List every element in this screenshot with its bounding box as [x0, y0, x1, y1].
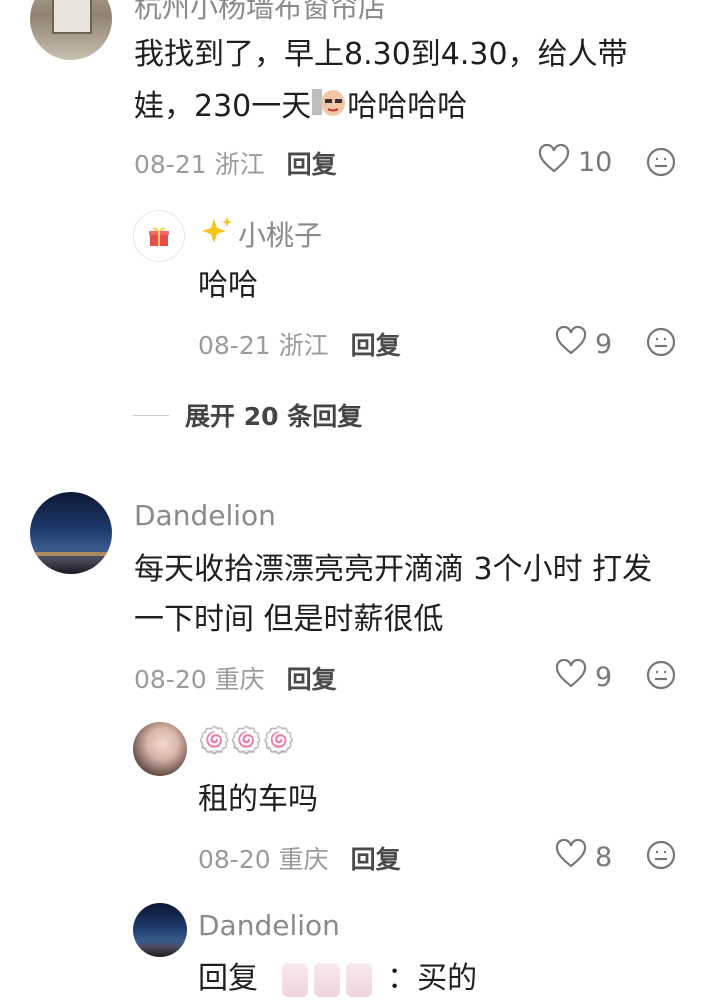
emoji-icon[interactable]	[645, 146, 677, 182]
expand-replies-label: 展开 20 条回复	[185, 402, 363, 431]
comment-text: 我找到了，早上8.30到4.30，给人带	[134, 37, 628, 72]
avatar[interactable]	[133, 210, 185, 262]
commenter-name-text: 小桃子	[238, 219, 323, 252]
comment-text-part: 娃，230一天	[134, 89, 312, 124]
comment-location: 重庆	[278, 845, 329, 874]
comment-text: 每天收拾漂漂亮亮开滴滴 3个小时 打发	[134, 552, 653, 587]
comment-date: 08-20	[198, 845, 271, 874]
comment-meta: 08-21 浙江 回复	[198, 326, 401, 362]
reply-text: ：买的	[387, 961, 478, 996]
comment-date: 08-20	[134, 665, 207, 694]
heart-icon	[538, 143, 570, 181]
comment-text: 租的车吗	[198, 782, 318, 817]
like-count: 9	[595, 662, 613, 693]
comment-meta: 08-21 浙江 回复	[134, 145, 337, 181]
comment-meta: 08-20 重庆 回复	[198, 840, 401, 876]
comment-location: 重庆	[214, 665, 265, 694]
divider	[133, 414, 169, 416]
comment-meta: 08-20 重庆 回复	[134, 660, 337, 696]
commenter-name[interactable]: 小桃子	[200, 214, 322, 254]
reply-button[interactable]: 回复	[351, 845, 401, 874]
heart-icon	[555, 658, 587, 696]
comment-location: 浙江	[278, 331, 329, 360]
blurred-username[interactable]	[281, 961, 388, 997]
comment-date: 08-21	[198, 331, 271, 360]
expand-replies-button[interactable]: 展开 20 条回复	[133, 397, 362, 433]
comment-text: 回复 ：买的	[198, 953, 477, 1005]
like-count: 9	[595, 329, 613, 360]
avatar[interactable]	[30, 0, 112, 60]
like-count: 8	[595, 842, 613, 873]
heart-icon	[555, 838, 587, 876]
commenter-name[interactable]: 杭州小杨墙布窗帘店	[134, 0, 386, 26]
like-button[interactable]: 9	[555, 325, 613, 363]
comment-text: 一下时间 但是时薪很低	[134, 602, 444, 637]
reply-button[interactable]: 回复	[287, 665, 337, 694]
commenter-name[interactable]: 🍥🍥🍥	[198, 726, 295, 756]
commenter-name[interactable]: Dandelion	[198, 909, 340, 942]
comment-date: 08-21	[134, 150, 207, 179]
avatar[interactable]	[30, 492, 112, 574]
heart-icon	[555, 325, 587, 363]
like-button[interactable]: 9	[555, 658, 613, 696]
gift-icon	[147, 224, 171, 252]
comment-text-part: 哈哈哈哈	[347, 89, 468, 124]
reply-button[interactable]: 回复	[351, 331, 401, 360]
reply-prefix: 回复	[198, 961, 258, 996]
sticker-emoji-icon	[311, 81, 347, 134]
comment-location: 浙江	[214, 150, 265, 179]
comment-text: 娃，230一天 哈哈哈哈	[134, 81, 467, 134]
like-button[interactable]: 8	[555, 838, 613, 876]
like-count: 10	[578, 147, 613, 178]
emoji-icon[interactable]	[645, 659, 677, 695]
avatar[interactable]	[133, 903, 187, 957]
reply-button[interactable]: 回复	[287, 150, 337, 179]
sparkle-icon	[200, 215, 234, 254]
emoji-icon[interactable]	[645, 326, 677, 362]
like-button[interactable]: 10	[538, 143, 613, 181]
comment-text: 哈哈	[198, 268, 258, 303]
avatar[interactable]	[133, 722, 187, 776]
emoji-icon[interactable]	[645, 839, 677, 875]
commenter-name[interactable]: Dandelion	[134, 499, 276, 532]
